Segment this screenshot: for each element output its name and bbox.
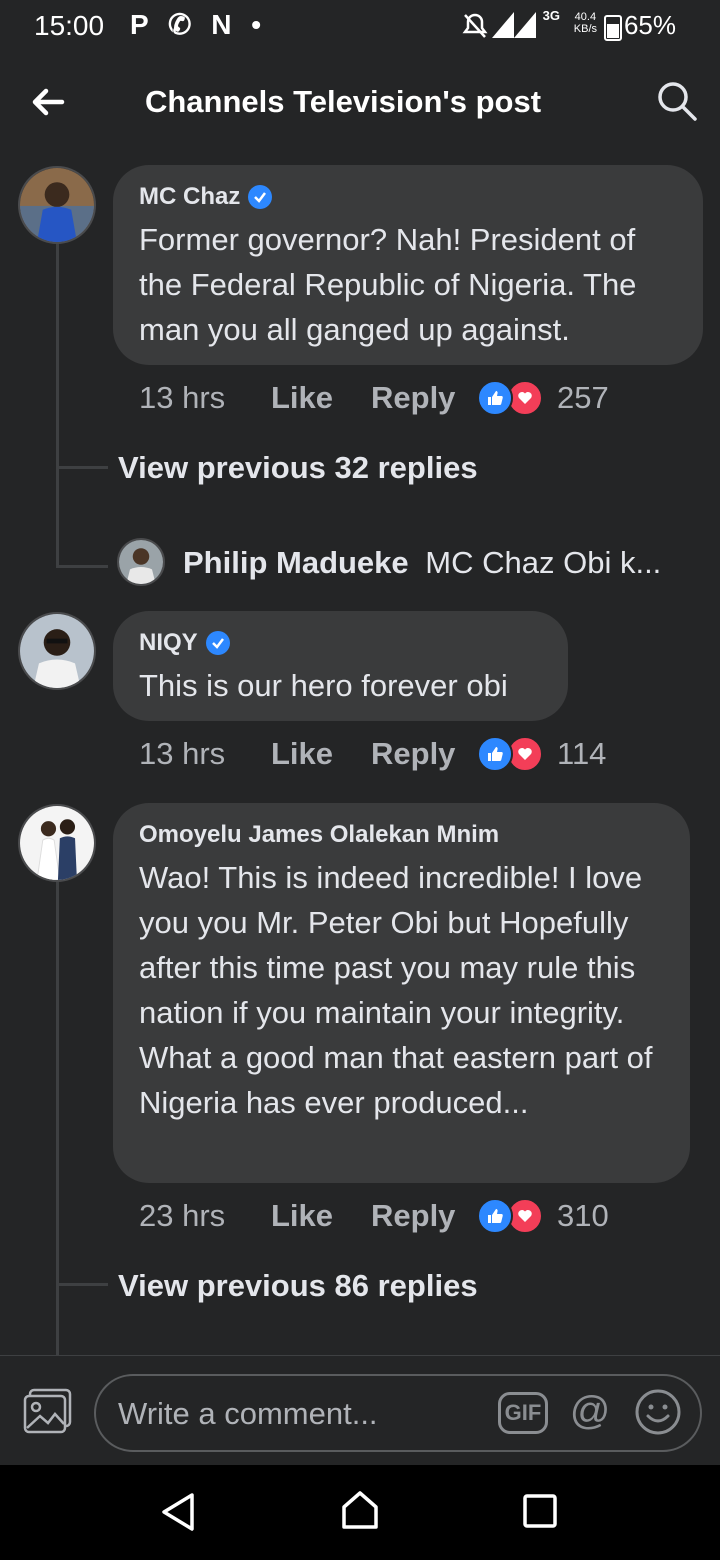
reaction-count: 257 <box>557 380 609 415</box>
reactions[interactable] <box>477 736 543 772</box>
battery-percent: 65% <box>623 10 676 40</box>
comment-bubble[interactable]: MC Chaz Former governor? Nah! President … <box>113 165 703 365</box>
triangle-back-icon[interactable] <box>158 1491 198 1538</box>
status-bar: 15:00 P ✆ N • 3G 40.4 KB/s 65% <box>0 0 720 52</box>
page-title: Channels Television's post <box>144 84 542 119</box>
thumbs-up-icon <box>477 1198 513 1234</box>
reaction-count: 114 <box>557 736 607 771</box>
comment-author[interactable]: NIQY <box>139 629 542 657</box>
like-button[interactable]: Like <box>271 736 371 772</box>
reply-author[interactable]: Philip Madueke <box>183 545 409 580</box>
thread-branch <box>56 565 108 568</box>
photo-icon[interactable] <box>22 1388 74 1436</box>
view-previous-replies[interactable]: View previous 32 replies <box>118 450 478 486</box>
mute-icon <box>462 12 488 45</box>
signal-icon <box>492 12 536 43</box>
comment-actions: 13 hrs Like Reply 114 <box>139 736 606 772</box>
avatar[interactable] <box>18 612 96 690</box>
like-button[interactable]: Like <box>271 1198 371 1234</box>
comment-time: 13 hrs <box>139 380 226 415</box>
network-type: 3G <box>542 8 560 23</box>
thread-line <box>56 242 59 568</box>
comment-author[interactable]: MC Chaz <box>139 183 677 211</box>
author-name[interactable]: NIQY <box>139 629 198 657</box>
comment-bubble[interactable]: NIQY This is our hero forever obi <box>113 611 568 721</box>
emoji-icon[interactable] <box>634 1388 682 1436</box>
battery-icon <box>604 15 622 41</box>
comment-time: 23 hrs <box>139 1198 226 1233</box>
reactions[interactable] <box>477 1198 543 1234</box>
like-button[interactable]: Like <box>271 380 371 416</box>
reaction-count: 310 <box>557 1198 609 1233</box>
author-name[interactable]: Omoyelu James Olalekan Mnim <box>139 821 499 849</box>
comment-placeholder: Write a comment... <box>118 1396 378 1431</box>
search-icon[interactable] <box>656 80 698 122</box>
comment-actions: 23 hrs Like Reply 310 <box>139 1198 609 1234</box>
author-name[interactable]: MC Chaz <box>139 183 240 211</box>
gif-button[interactable]: GIF <box>498 1392 548 1434</box>
verified-badge-icon <box>248 185 273 209</box>
thumbs-up-icon <box>477 736 513 772</box>
comment-composer: Write a comment... GIF @ <box>0 1355 720 1466</box>
thread-branch <box>56 1283 108 1286</box>
verified-badge-icon <box>205 631 230 655</box>
thumbs-up-icon <box>477 380 513 416</box>
comment-text: Wao! This is indeed incredible! I love y… <box>139 860 653 1120</box>
home-icon[interactable] <box>340 1489 380 1536</box>
status-time: 15:00 <box>34 10 105 41</box>
reply-button[interactable]: Reply <box>371 736 477 772</box>
reply-text: MC Chaz Obi k... <box>425 545 662 580</box>
view-previous-replies[interactable]: View previous 86 replies <box>118 1268 478 1304</box>
mention-button[interactable]: @ <box>566 1388 614 1436</box>
comment-author[interactable]: Omoyelu James Olalekan Mnim <box>139 821 664 849</box>
comment-bubble[interactable]: Omoyelu James Olalekan Mnim Wao! This is… <box>113 803 690 1183</box>
notification-icons: P ✆ N • <box>130 9 267 40</box>
avatar[interactable] <box>18 166 96 244</box>
reply-button[interactable]: Reply <box>371 380 477 416</box>
reply-preview[interactable]: Philip Madueke MC Chaz Obi k... <box>183 545 661 581</box>
reactions[interactable] <box>477 380 543 416</box>
square-recents-icon[interactable] <box>522 1493 558 1534</box>
avatar[interactable] <box>117 538 165 586</box>
avatar[interactable] <box>18 804 96 882</box>
network-speed: 40.4 KB/s <box>573 11 597 35</box>
comment-actions: 13 hrs Like Reply 257 <box>139 380 609 416</box>
comment-text: This is our hero forever obi <box>139 668 508 703</box>
system-nav-bar <box>0 1465 720 1560</box>
comment-input[interactable]: Write a comment... GIF @ <box>94 1374 702 1452</box>
comment-time: 13 hrs <box>139 736 226 771</box>
reply-button[interactable]: Reply <box>371 1198 477 1234</box>
app-header: Channels Television's post <box>0 62 720 138</box>
comment-text: Former governor? Nah! President of the F… <box>139 222 637 347</box>
thread-branch <box>56 466 108 469</box>
